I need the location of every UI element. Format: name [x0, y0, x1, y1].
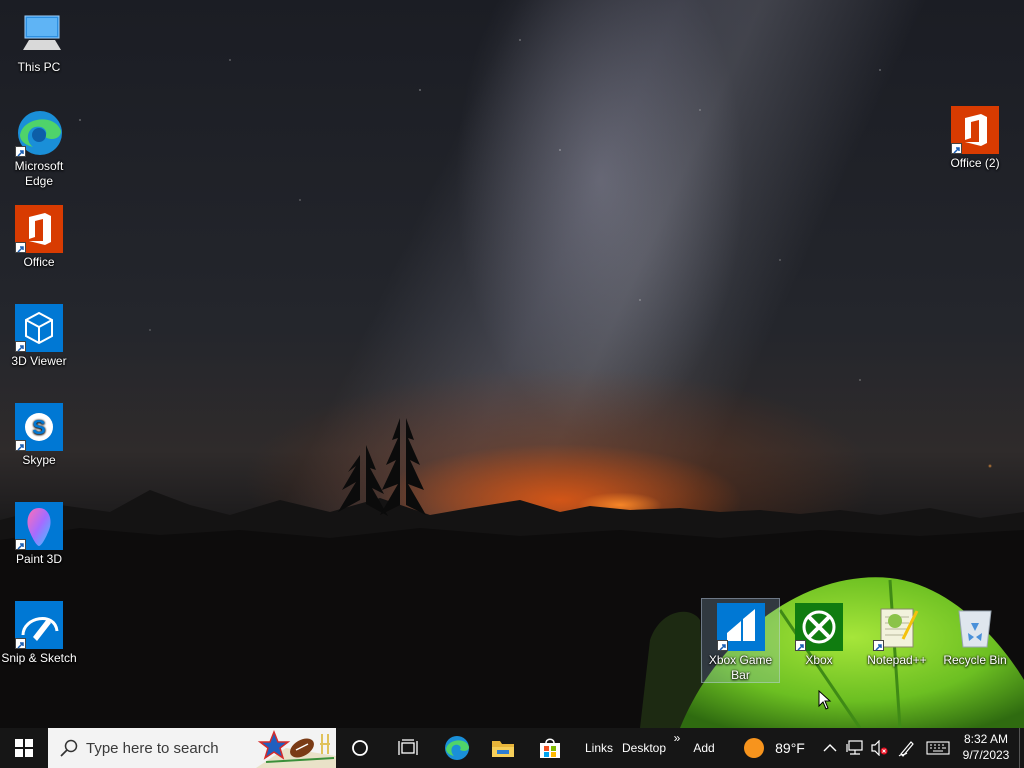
clock-date: 9/7/2023 [962, 748, 1010, 762]
start-icon [15, 739, 33, 757]
desktop-icon-3d-viewer[interactable]: 3D Viewer [0, 300, 78, 369]
desktop-icon-office[interactable]: Office [0, 201, 78, 270]
desktop[interactable]: This PC Microsoft Edge Office 3D Viewer … [0, 0, 1024, 728]
weather-widget[interactable]: 89°F [734, 728, 814, 768]
shortcut-arrow-icon [15, 638, 26, 649]
clock[interactable]: 8:32 AM 9/7/2023 [950, 728, 1022, 768]
cortana-icon [352, 740, 368, 756]
desktop-icon-xbox-game-bar[interactable]: Xbox Game Bar [701, 598, 780, 683]
task-view-icon [398, 739, 418, 755]
show-desktop-button[interactable] [1019, 728, 1020, 768]
desktop-icon-xbox[interactable]: Xbox [780, 599, 858, 668]
desktop-icon-office-2[interactable]: Office (2) [936, 102, 1014, 171]
mouse-cursor-icon [818, 690, 832, 710]
show-hidden-icons-button[interactable] [820, 728, 840, 768]
shortcut-arrow-icon [15, 440, 26, 451]
taskbar-edge-button[interactable] [437, 728, 477, 768]
task-view-button[interactable] [388, 728, 428, 768]
network-button[interactable] [844, 728, 866, 768]
3d-viewer-icon [15, 304, 63, 352]
weather-temperature: 89°F [775, 740, 805, 756]
taskbar-file-explorer-button[interactable] [483, 728, 523, 768]
desktop-icon-recycle-bin[interactable]: Recycle Bin [936, 599, 1014, 668]
svg-text:S: S [32, 417, 45, 439]
search-highlight-image [256, 729, 336, 768]
touch-keyboard-button[interactable] [924, 728, 952, 768]
desktop-icon-snip-sketch[interactable]: Snip & Sketch [0, 597, 78, 666]
toolbar-links[interactable]: Links [584, 728, 614, 768]
toolbar-desktop[interactable]: Desktop [620, 728, 668, 768]
shortcut-arrow-icon [15, 242, 26, 253]
notepad-plus-plus-icon [873, 603, 921, 651]
shortcut-arrow-icon [15, 146, 26, 157]
snip-sketch-icon [15, 601, 63, 649]
desktop-icon-this-pc[interactable]: This PC [0, 6, 78, 75]
xbox-icon [795, 603, 843, 651]
computer-icon [15, 10, 63, 58]
paint-3d-icon [15, 502, 63, 550]
edge-icon [445, 736, 469, 760]
office-icon [15, 205, 63, 253]
store-icon [540, 738, 560, 758]
taskbar: Type here to search Links Desktop » Add … [0, 728, 1024, 768]
skype-icon: S [15, 403, 63, 451]
office-icon [951, 106, 999, 154]
pen-workspace-button[interactable] [896, 728, 918, 768]
desktop-icon-notepad-plus-plus[interactable]: Notepad++ [858, 599, 936, 668]
taskbar-store-button[interactable] [530, 728, 570, 768]
chevron-up-icon [823, 744, 837, 752]
file-explorer-icon [492, 741, 514, 757]
xbox-game-bar-icon [716, 603, 765, 651]
clock-time: 8:32 AM [963, 732, 1009, 746]
desktop-icon-paint-3d[interactable]: Paint 3D [0, 498, 78, 567]
recycle-bin-icon [951, 603, 999, 651]
shortcut-arrow-icon [873, 640, 884, 651]
shortcut-arrow-icon [15, 539, 26, 550]
edge-icon [15, 109, 63, 157]
start-button[interactable] [0, 728, 48, 768]
keyboard-icon [926, 741, 950, 755]
toolbar-more-button[interactable]: » [670, 728, 684, 748]
shortcut-arrow-icon [951, 143, 962, 154]
shortcut-arrow-icon [716, 640, 728, 651]
pen-icon [898, 741, 914, 757]
search-box[interactable]: Type here to search [48, 728, 336, 768]
search-icon [60, 739, 78, 757]
search-placeholder: Type here to search [86, 739, 219, 757]
shortcut-arrow-icon [15, 341, 26, 352]
desktop-icon-microsoft-edge[interactable]: Microsoft Edge [0, 105, 78, 189]
weather-icon [744, 738, 765, 758]
shortcut-arrow-icon [795, 640, 806, 651]
toolbar-add[interactable]: Add [690, 728, 718, 768]
network-icon [846, 740, 863, 755]
volume-button[interactable] [868, 728, 890, 768]
cortana-button[interactable] [340, 728, 380, 768]
desktop-icon-skype[interactable]: S Skype [0, 399, 78, 468]
volume-muted-icon [871, 740, 888, 756]
